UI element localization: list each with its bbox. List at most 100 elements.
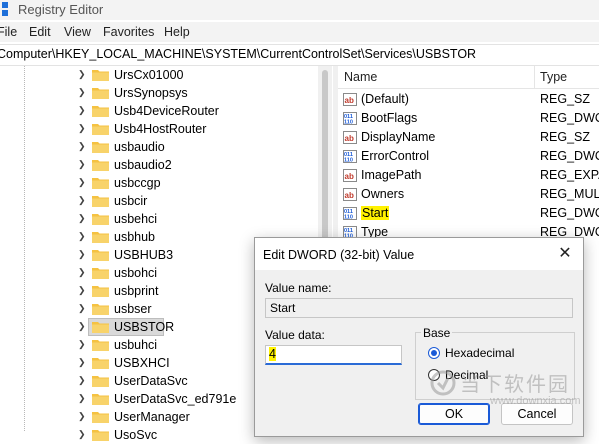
tree-item[interactable]: ❯ Usb4DeviceRouter	[0, 102, 318, 120]
tree-item[interactable]: ❯ usbaudio2	[0, 156, 318, 174]
value-row[interactable]: ab Owners REG_MULTI_SZ	[338, 185, 599, 204]
expand-chevron-icon[interactable]: ❯	[78, 249, 86, 260]
column-type-header[interactable]: Type	[540, 70, 567, 84]
tree-item-label[interactable]: usbhub	[114, 230, 155, 244]
expand-chevron-icon[interactable]: ❯	[78, 177, 86, 188]
svg-text:ab: ab	[345, 172, 354, 181]
svg-text:ab: ab	[345, 134, 354, 143]
expand-chevron-icon[interactable]: ❯	[78, 357, 86, 368]
close-icon[interactable]: ✕	[557, 246, 573, 262]
value-name[interactable]: Owners	[361, 187, 404, 201]
value-row[interactable]: 011110 ErrorControl REG_DWORD	[338, 147, 599, 166]
column-name-header[interactable]: Name	[344, 70, 377, 84]
svg-text:110: 110	[344, 158, 353, 164]
tree-item-label[interactable]: UrsCx01000	[114, 68, 183, 82]
folder-icon	[92, 214, 109, 225]
hexadecimal-label[interactable]: Hexadecimal	[445, 346, 514, 360]
folder-icon	[92, 250, 109, 261]
tree-item[interactable]: ❯ Usb4HostRouter	[0, 120, 318, 138]
folder-icon	[92, 412, 109, 423]
hexadecimal-radio[interactable]	[428, 347, 440, 359]
menu-help[interactable]: Help	[164, 25, 190, 39]
expand-chevron-icon[interactable]: ❯	[78, 339, 86, 350]
tree-item-label[interactable]: usbser	[114, 302, 152, 316]
menu-favorites[interactable]: Favorites	[103, 25, 154, 39]
value-name[interactable]: BootFlags	[361, 111, 417, 125]
tree-item-label[interactable]: usbuhci	[114, 338, 157, 352]
binary-value-icon: 011110	[343, 207, 357, 220]
value-name[interactable]: ImagePath	[361, 168, 421, 182]
value-row[interactable]: ab (Default) REG_SZ	[338, 90, 599, 109]
value-row[interactable]: ab DisplayName REG_SZ	[338, 128, 599, 147]
value-data-input[interactable]: 4	[265, 345, 402, 365]
expand-chevron-icon[interactable]: ❯	[78, 69, 86, 80]
folder-icon	[92, 376, 109, 387]
value-data-text[interactable]: 4	[269, 347, 276, 361]
tree-item-label[interactable]: usbccgp	[114, 176, 161, 190]
value-name-field: Start	[265, 298, 573, 318]
decimal-radio[interactable]	[428, 369, 440, 381]
value-type: REG_MULTI_SZ	[540, 187, 599, 201]
address-bar[interactable]: Computer\HKEY_LOCAL_MACHINE\SYSTEM\Curre…	[0, 44, 599, 66]
expand-chevron-icon[interactable]: ❯	[78, 303, 86, 314]
tree-item-label[interactable]: usbohci	[114, 266, 157, 280]
tree-item[interactable]: ❯ usbaudio	[0, 138, 318, 156]
tree-item-label[interactable]: UserDataSvc_ed791e	[114, 392, 236, 406]
value-row[interactable]: 011110 Start REG_DWORD	[338, 204, 599, 223]
menu-bar: File Edit View Favorites Help	[0, 22, 599, 42]
expand-chevron-icon[interactable]: ❯	[78, 267, 86, 278]
decimal-label[interactable]: Decimal	[445, 368, 488, 382]
tree-item-label[interactable]: UsoSvc	[114, 428, 157, 442]
column-separator[interactable]	[534, 66, 535, 88]
expand-chevron-icon[interactable]: ❯	[78, 231, 86, 242]
folder-icon	[92, 88, 109, 99]
string-value-icon: ab	[343, 188, 357, 201]
expand-chevron-icon[interactable]: ❯	[78, 123, 86, 134]
tree-item[interactable]: ❯ usbccgp	[0, 174, 318, 192]
expand-chevron-icon[interactable]: ❯	[78, 195, 86, 206]
cancel-button[interactable]: Cancel	[501, 403, 573, 425]
menu-file[interactable]: File	[0, 25, 17, 39]
expand-chevron-icon[interactable]: ❯	[78, 375, 86, 386]
folder-icon	[92, 268, 109, 279]
value-name[interactable]: ErrorControl	[361, 149, 429, 163]
expand-chevron-icon[interactable]: ❯	[78, 159, 86, 170]
menu-edit[interactable]: Edit	[29, 25, 51, 39]
value-name[interactable]: Start	[361, 206, 390, 220]
tree-item-label[interactable]: USBHUB3	[114, 248, 173, 262]
expand-chevron-icon[interactable]: ❯	[78, 105, 86, 116]
tree-item-label[interactable]: UserManager	[114, 410, 190, 424]
tree-item[interactable]: ❯ UrsCx01000	[0, 66, 318, 84]
expand-chevron-icon[interactable]: ❯	[78, 411, 86, 422]
tree-item-label[interactable]: USBSTOR	[114, 320, 174, 334]
tree-item[interactable]: ❯ usbcir	[0, 192, 318, 210]
expand-chevron-icon[interactable]: ❯	[78, 393, 86, 404]
tree-item-label[interactable]: usbcir	[114, 194, 147, 208]
folder-icon	[92, 142, 109, 153]
expand-chevron-icon[interactable]: ❯	[78, 141, 86, 152]
tree-item-label[interactable]: UrsSynopsys	[114, 86, 188, 100]
tree-item-label[interactable]: usbehci	[114, 212, 157, 226]
tree-item-label[interactable]: UserDataSvc	[114, 374, 188, 388]
expand-chevron-icon[interactable]: ❯	[78, 321, 86, 332]
expand-chevron-icon[interactable]: ❯	[78, 87, 86, 98]
address-path[interactable]: Computer\HKEY_LOCAL_MACHINE\SYSTEM\Curre…	[0, 47, 476, 61]
tree-item-label[interactable]: USBXHCI	[114, 356, 170, 370]
menu-view[interactable]: View	[64, 25, 91, 39]
folder-icon	[92, 340, 109, 351]
expand-chevron-icon[interactable]: ❯	[78, 285, 86, 296]
tree-item[interactable]: ❯ UrsSynopsys	[0, 84, 318, 102]
expand-chevron-icon[interactable]: ❯	[78, 213, 86, 224]
tree-item[interactable]: ❯ usbehci	[0, 210, 318, 228]
value-name[interactable]: DisplayName	[361, 130, 435, 144]
tree-item-label[interactable]: usbaudio	[114, 140, 165, 154]
tree-item-label[interactable]: Usb4DeviceRouter	[114, 104, 219, 118]
value-row[interactable]: ab ImagePath REG_EXPAND_SZ	[338, 166, 599, 185]
dialog-title: Edit DWORD (32-bit) Value	[263, 248, 415, 262]
value-name[interactable]: (Default)	[361, 92, 409, 106]
tree-item-label[interactable]: usbprint	[114, 284, 158, 298]
value-row[interactable]: 011110 BootFlags REG_DWORD	[338, 109, 599, 128]
tree-item-label[interactable]: usbaudio2	[114, 158, 172, 172]
ok-button[interactable]: OK	[418, 403, 490, 425]
tree-item-label[interactable]: Usb4HostRouter	[114, 122, 206, 136]
